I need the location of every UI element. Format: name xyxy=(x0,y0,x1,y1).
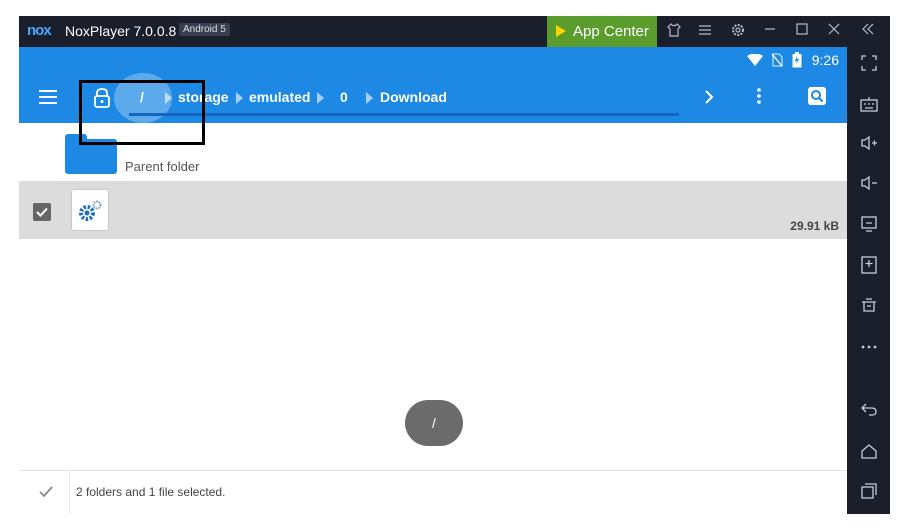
fullscreen-icon[interactable] xyxy=(859,55,879,75)
file-row[interactable]: 29.91 kB xyxy=(19,181,847,239)
more-icon[interactable] xyxy=(859,336,879,356)
highlight-box xyxy=(79,80,205,145)
close-icon[interactable] xyxy=(825,22,843,40)
menu-icon[interactable] xyxy=(39,90,57,104)
minimize-icon[interactable] xyxy=(761,22,779,40)
settings-icon[interactable] xyxy=(729,22,747,40)
check-icon[interactable] xyxy=(37,483,55,501)
app-center-label: App Center xyxy=(573,23,649,40)
maximize-icon[interactable] xyxy=(793,22,811,40)
shirt-icon[interactable] xyxy=(665,22,683,40)
checkbox-checked-icon[interactable] xyxy=(33,203,51,221)
file-size: 29.91 kB xyxy=(790,219,839,233)
selection-status-text: 2 folders and 1 file selected. xyxy=(76,485,226,499)
breadcrumb-separator-icon xyxy=(317,92,324,104)
parent-folder-label: Parent folder xyxy=(125,159,200,174)
toast-message: / xyxy=(405,400,463,446)
status-bar: 9:26 xyxy=(19,47,847,73)
breadcrumb-download[interactable]: Download xyxy=(380,89,447,105)
play-store-icon xyxy=(556,25,566,37)
menu-icon[interactable] xyxy=(696,22,714,40)
title-bar: nox NoxPlayer 7.0.0.8 Android 5 App Cent… xyxy=(19,16,890,47)
android-screen: 9:26 / storage emulated 0 Download .. Pa… xyxy=(19,47,847,514)
breadcrumb-scroll-indicator xyxy=(129,113,679,116)
android-version-badge: Android 5 xyxy=(179,23,230,36)
search-icon[interactable] xyxy=(808,87,826,105)
divider xyxy=(69,471,70,514)
clean-icon[interactable] xyxy=(859,296,879,316)
battery-icon xyxy=(792,52,802,68)
recents-icon[interactable] xyxy=(859,483,879,503)
back-icon[interactable] xyxy=(859,402,879,422)
breadcrumb-0[interactable]: 0 xyxy=(340,89,348,105)
chevron-right-icon[interactable] xyxy=(704,90,714,104)
keyboard-icon[interactable] xyxy=(859,96,879,116)
add-apk-icon[interactable] xyxy=(859,256,879,276)
home-icon[interactable] xyxy=(859,443,879,463)
nox-window: nox NoxPlayer 7.0.0.8 Android 5 App Cent… xyxy=(19,16,890,514)
nox-logo: nox xyxy=(27,22,52,39)
no-sim-icon xyxy=(771,53,783,67)
app-title: NoxPlayer 7.0.0.8 xyxy=(65,23,177,39)
selection-status-bar: 2 folders and 1 file selected. xyxy=(19,470,847,514)
nox-sidebar xyxy=(847,47,890,514)
volume-up-icon[interactable] xyxy=(859,135,879,155)
breadcrumb-separator-icon xyxy=(236,92,243,104)
breadcrumb-separator-icon xyxy=(366,92,373,104)
collapse-icon[interactable] xyxy=(859,22,877,40)
volume-down-icon[interactable] xyxy=(859,175,879,195)
wifi-icon xyxy=(747,54,763,66)
screen-icon[interactable] xyxy=(859,216,879,236)
settings-file-icon xyxy=(71,189,109,231)
clock: 9:26 xyxy=(811,52,839,68)
more-vert-icon[interactable] xyxy=(757,87,761,105)
app-center-button[interactable]: App Center xyxy=(547,16,657,47)
breadcrumb-emulated[interactable]: emulated xyxy=(249,89,310,105)
